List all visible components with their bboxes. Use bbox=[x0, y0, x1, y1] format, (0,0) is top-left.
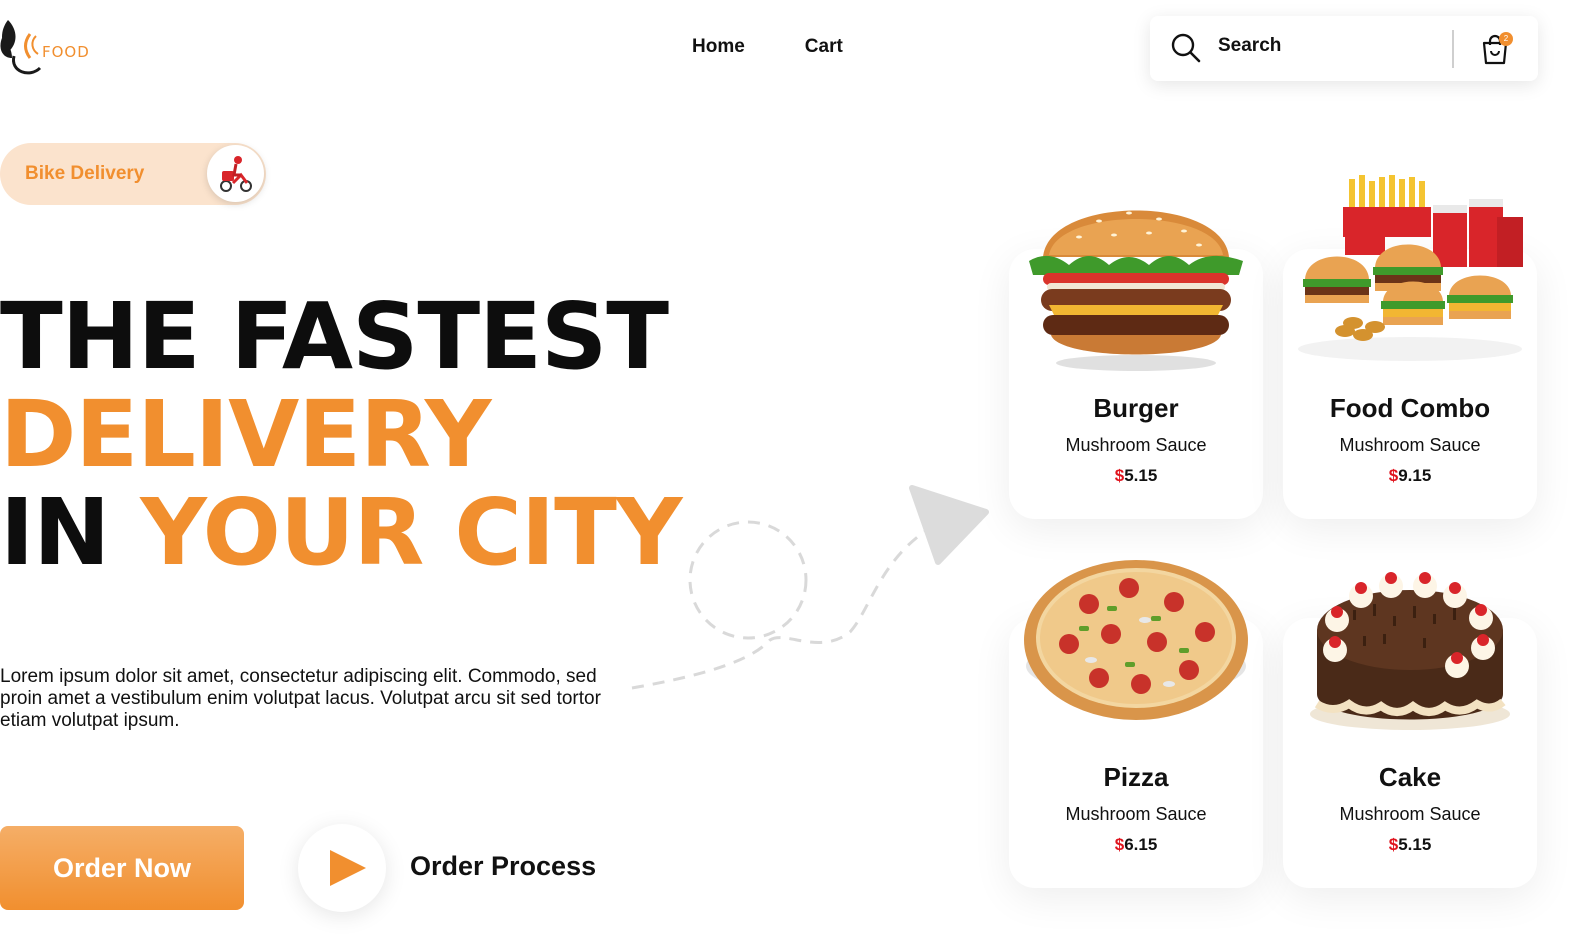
search-input[interactable] bbox=[1218, 30, 1438, 62]
dashed-arrow-decoration bbox=[631, 485, 989, 690]
headline-line-2: DELIVERY bbox=[0, 381, 492, 488]
nav-cart[interactable]: Cart bbox=[805, 36, 843, 58]
main-nav: Home Cart bbox=[692, 36, 843, 58]
bike-delivery-label: Bike Delivery bbox=[25, 163, 145, 184]
menu-card-cake[interactable]: Cake Mushroom Sauce $5.15 bbox=[1283, 572, 1537, 888]
headline-line-3b: YOUR CITY bbox=[140, 479, 682, 586]
menu-card-food-combo[interactable]: Food Combo Mushroom Sauce $9.15 bbox=[1283, 175, 1537, 519]
order-now-button[interactable]: Order Now bbox=[0, 826, 244, 910]
search-divider bbox=[1452, 30, 1454, 68]
search-icon[interactable] bbox=[1170, 32, 1202, 64]
menu-item-price: $5.15 bbox=[1283, 835, 1537, 855]
logo-text: FOOD bbox=[42, 43, 90, 61]
menu-item-name: Pizza bbox=[1103, 762, 1169, 792]
menu-item-price: $6.15 bbox=[1009, 835, 1263, 855]
price-value: 5.15 bbox=[1398, 835, 1432, 854]
hero-description: Lorem ipsum dolor sit amet, consectetur … bbox=[0, 666, 601, 731]
nav-home[interactable]: Home bbox=[692, 36, 745, 58]
menu-item-name: Burger bbox=[1093, 393, 1179, 423]
menu-card-pizza[interactable]: Pizza Mushroom Sauce $6.15 bbox=[1009, 560, 1263, 888]
menu-item-price: $5.15 bbox=[1009, 466, 1263, 486]
price-currency: $ bbox=[1388, 835, 1399, 854]
menu-item-price: $9.15 bbox=[1283, 466, 1537, 486]
menu-item-name: Cake bbox=[1378, 762, 1442, 792]
menu-item-subtitle: Mushroom Sauce bbox=[1339, 804, 1481, 824]
pizza-image bbox=[1024, 560, 1248, 720]
price-currency: $ bbox=[1388, 466, 1399, 485]
menu-item-subtitle: Mushroom Sauce bbox=[1339, 435, 1481, 455]
menu-card-burger[interactable]: Burger Mushroom Sauce $5.15 bbox=[1009, 210, 1263, 519]
delivery-rider-icon bbox=[207, 145, 264, 202]
food-combo-image bbox=[1298, 175, 1523, 361]
menu-item-name: Food Combo bbox=[1329, 393, 1491, 423]
play-button[interactable] bbox=[298, 824, 386, 912]
price-value: 6.15 bbox=[1124, 835, 1158, 854]
headline-line-1: THE FASTEST bbox=[0, 283, 669, 390]
play-icon bbox=[330, 850, 366, 886]
brand-logo[interactable]: FOOD bbox=[0, 18, 110, 80]
order-process-label[interactable]: Order Process bbox=[410, 851, 596, 882]
search-bar: 2 bbox=[1150, 16, 1538, 81]
cake-image bbox=[1310, 572, 1510, 730]
price-currency: $ bbox=[1114, 466, 1125, 485]
price-value: 9.15 bbox=[1398, 466, 1432, 485]
hero-headline: THE FASTEST DELIVERY IN YOUR CITY bbox=[0, 283, 683, 582]
price-value: 5.15 bbox=[1124, 466, 1158, 485]
headline-line-3a: IN bbox=[0, 479, 141, 586]
menu-item-subtitle: Mushroom Sauce bbox=[1065, 804, 1207, 824]
price-currency: $ bbox=[1114, 835, 1125, 854]
burger-image bbox=[1029, 210, 1243, 371]
menu-item-subtitle: Mushroom Sauce bbox=[1065, 435, 1207, 455]
cart-count-badge: 2 bbox=[1499, 32, 1513, 46]
